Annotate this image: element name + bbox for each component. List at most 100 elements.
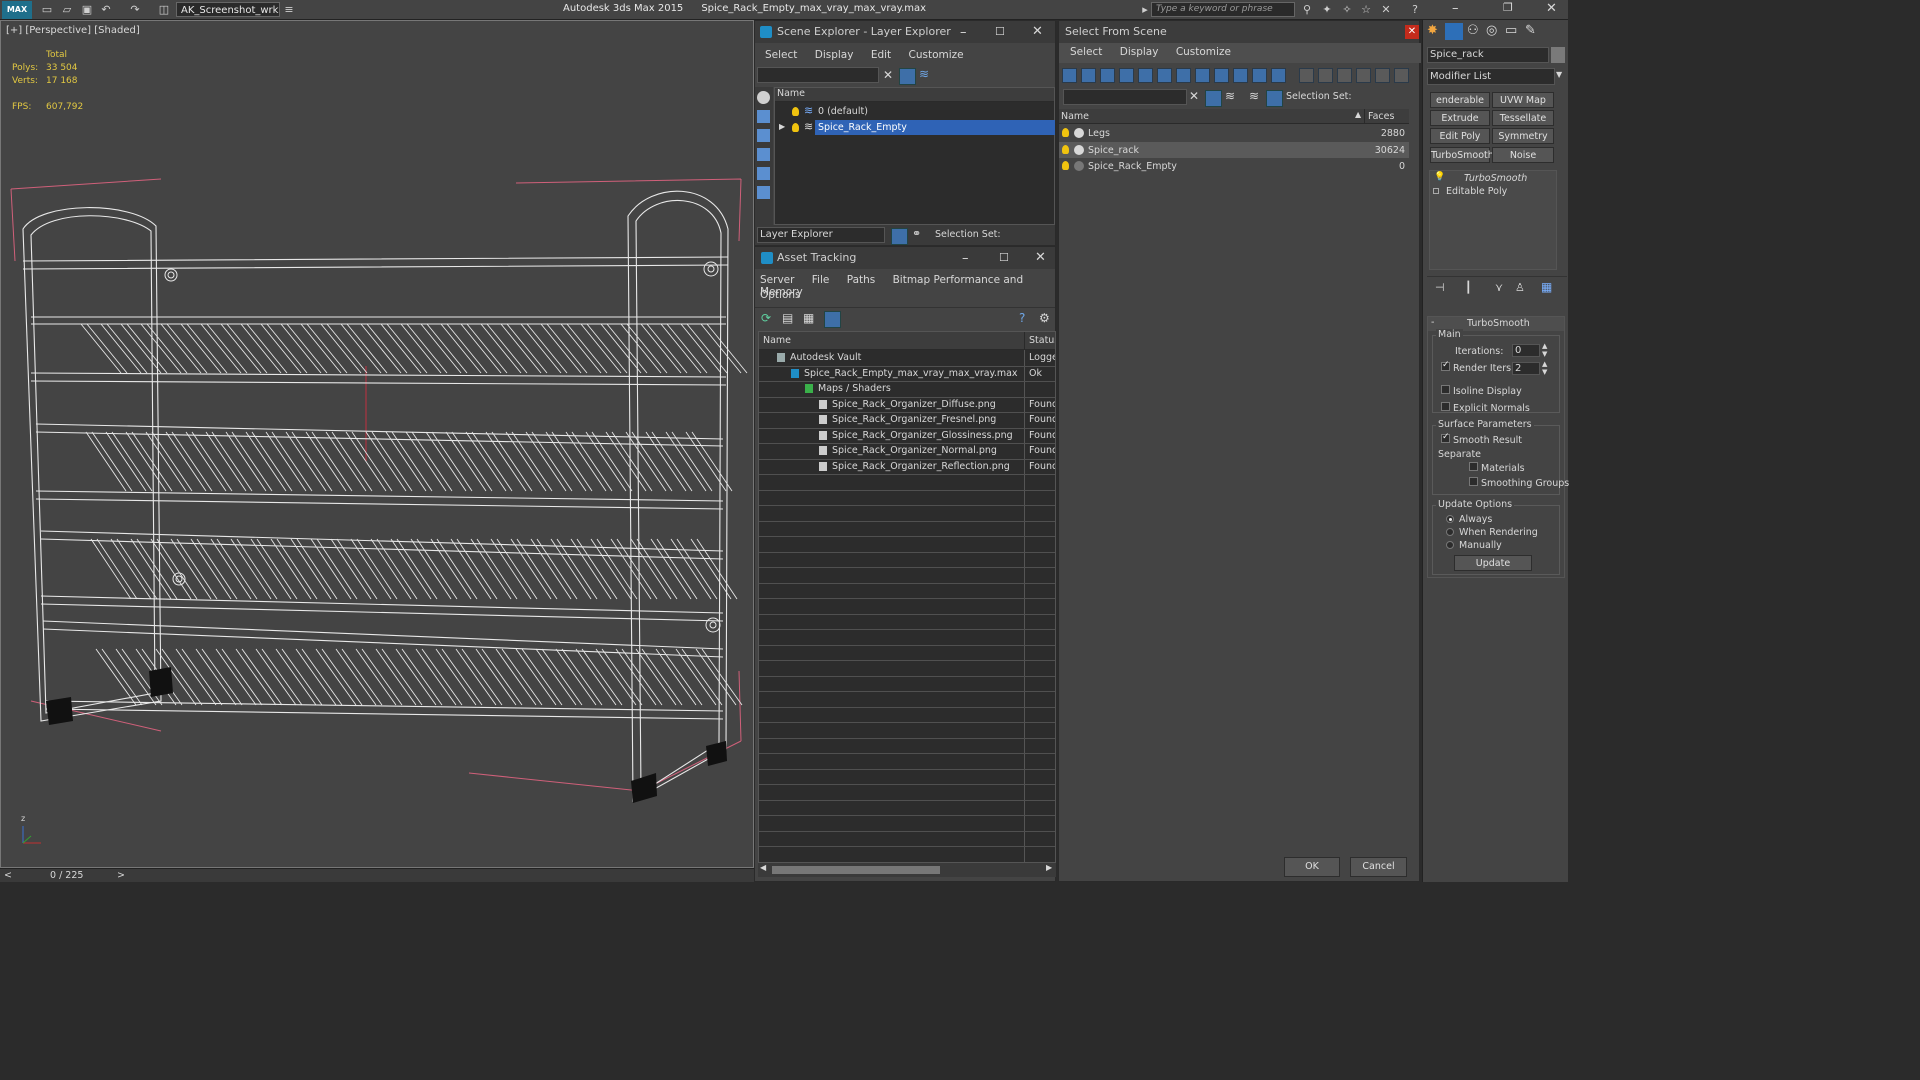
smoothing-groups-checkbox[interactable] bbox=[1469, 477, 1478, 486]
se-filter-icon[interactable] bbox=[899, 68, 916, 85]
ok-button[interactable]: OK bbox=[1284, 857, 1340, 877]
save-icon[interactable]: ▣ bbox=[80, 3, 94, 17]
display-tab-icon[interactable]: ▭ bbox=[1505, 23, 1517, 38]
sfs-menu-select[interactable]: Select bbox=[1070, 46, 1102, 58]
modifier-button[interactable]: TurboSmooth bbox=[1430, 147, 1494, 163]
se-display-shapes-icon[interactable] bbox=[757, 129, 770, 142]
scene-explorer-minimize-icon[interactable]: – bbox=[960, 25, 967, 40]
undo-icon[interactable]: ↶ bbox=[99, 3, 113, 17]
display-groups-icon[interactable] bbox=[1176, 68, 1191, 83]
cancel-button[interactable]: Cancel bbox=[1350, 857, 1407, 877]
make-unique-icon[interactable]: ⋎ bbox=[1495, 281, 1503, 294]
modifier-button[interactable]: enderable Spli bbox=[1430, 92, 1490, 122]
sfs-filter-icon[interactable] bbox=[1205, 90, 1222, 107]
sfs-display-layers-icon[interactable]: ≋ bbox=[1249, 89, 1259, 103]
se-column-header[interactable]: Name bbox=[775, 88, 1054, 102]
layer-name[interactable]: 0 (default) bbox=[818, 106, 868, 117]
scroll-thumb[interactable] bbox=[772, 866, 940, 874]
asset-table-row[interactable] bbox=[759, 521, 1055, 537]
scene-explorer-maximize-icon[interactable]: ☐ bbox=[995, 25, 1005, 38]
scene-explorer-title[interactable]: Scene Explorer - Layer Explorer bbox=[755, 21, 1055, 43]
asset-minimize-icon[interactable]: – bbox=[962, 251, 969, 266]
scroll-left-icon[interactable]: ◀ bbox=[760, 863, 766, 872]
configure-sets-icon[interactable]: ▦ bbox=[1541, 280, 1552, 294]
se-display-cameras-icon[interactable] bbox=[757, 167, 770, 180]
asset-col-status[interactable]: Status bbox=[1029, 335, 1055, 346]
se-menu-edit[interactable]: Edit bbox=[871, 49, 891, 61]
display-bones-icon[interactable] bbox=[1214, 68, 1229, 83]
sfs-hierarchy-icon[interactable] bbox=[1266, 90, 1283, 107]
sfs-object-row[interactable]: Spice_Rack_Empty 0 bbox=[1059, 158, 1409, 174]
display-hidden-icon[interactable] bbox=[1271, 68, 1286, 83]
se-display-helpers-icon[interactable] bbox=[757, 186, 770, 199]
list-view-icon[interactable]: ▤ bbox=[782, 311, 793, 325]
sfs-close-icon[interactable]: ✕ bbox=[1405, 25, 1419, 39]
modifier-button[interactable]: Symmetry bbox=[1492, 128, 1554, 144]
collapse-icon[interactable]: - bbox=[1431, 317, 1434, 328]
materials-checkbox[interactable] bbox=[1469, 462, 1478, 471]
modifier-button[interactable]: Edit Poly bbox=[1430, 128, 1490, 144]
modifier-button[interactable]: UVW Map bbox=[1492, 92, 1554, 108]
expand-arrow-icon[interactable]: ▶ bbox=[779, 122, 785, 131]
sfs-col-name[interactable]: Name bbox=[1061, 111, 1089, 122]
asset-table-row[interactable] bbox=[759, 645, 1055, 661]
asset-table-row[interactable] bbox=[759, 614, 1055, 630]
asset-table-row[interactable] bbox=[759, 831, 1055, 847]
new-file-icon[interactable]: ▭ bbox=[40, 3, 54, 17]
stack-item-editable-poly[interactable]: Editable Poly bbox=[1446, 186, 1507, 197]
sfs-menu-customize[interactable]: Customize bbox=[1176, 46, 1231, 58]
asset-hscrollbar[interactable]: ◀ ▶ bbox=[758, 863, 1056, 877]
asset-table-row[interactable]: Spice_Rack_Organizer_Diffuse.png Found bbox=[759, 397, 1055, 413]
display-spacewarps-icon[interactable] bbox=[1157, 68, 1172, 83]
asset-table-row[interactable] bbox=[759, 846, 1055, 862]
asset-table-row[interactable] bbox=[759, 490, 1055, 506]
se-layer-row[interactable]: ≋ 0 (default) bbox=[775, 104, 1054, 119]
sfs-object-row[interactable]: Spice_rack 30624 bbox=[1059, 141, 1409, 158]
asset-tracking-title[interactable]: Asset Tracking bbox=[755, 247, 1055, 269]
asset-table-row[interactable] bbox=[759, 722, 1055, 739]
tree-view-icon[interactable]: ▦ bbox=[803, 311, 814, 325]
search-expand-icon[interactable]: ▸ bbox=[1138, 3, 1152, 17]
asset-table-row[interactable]: Maps / Shaders bbox=[759, 381, 1055, 398]
display-lights-icon[interactable] bbox=[1100, 68, 1115, 83]
object-visibility-bulb-icon[interactable] bbox=[1062, 144, 1069, 154]
sfs-search-field[interactable] bbox=[1063, 89, 1187, 105]
layer-visibility-bulb-icon[interactable] bbox=[792, 123, 799, 132]
se-search-field[interactable] bbox=[757, 67, 879, 83]
asset-table-row[interactable] bbox=[759, 505, 1055, 522]
chevron-down-icon[interactable]: ▼ bbox=[1556, 70, 1562, 79]
project-folder-icon[interactable]: ◫ bbox=[157, 3, 171, 17]
modifier-button[interactable]: Tessellate bbox=[1492, 110, 1554, 126]
asset-table-row[interactable]: Spice_Rack_Organizer_Glossiness.png Found bbox=[759, 428, 1055, 444]
render-iters-spinner[interactable]: 2 bbox=[1512, 362, 1540, 375]
asset-col-name[interactable]: Name bbox=[763, 335, 791, 346]
asset-table-row[interactable] bbox=[759, 769, 1055, 785]
create-tab-icon[interactable]: ✸ bbox=[1427, 23, 1438, 38]
tools-icon[interactable]: ✦ bbox=[1320, 3, 1334, 17]
collapse-icon[interactable] bbox=[1394, 68, 1409, 83]
asset-table-row[interactable] bbox=[759, 567, 1055, 584]
scroll-right-icon[interactable]: ▶ bbox=[1046, 863, 1052, 872]
se-layer-row[interactable]: ▶ ≋ Spice_Rack_Empty bbox=[775, 120, 1054, 135]
isoline-display-checkbox[interactable] bbox=[1441, 385, 1450, 394]
object-visibility-bulb-icon[interactable] bbox=[1062, 161, 1069, 170]
asset-table-row[interactable] bbox=[759, 474, 1055, 491]
table-view-icon[interactable] bbox=[824, 311, 841, 328]
se-menu-customize[interactable]: Customize bbox=[909, 49, 964, 61]
modifier-list-dropdown[interactable]: Modifier List bbox=[1427, 68, 1555, 85]
filter-icon[interactable] bbox=[1356, 68, 1371, 83]
help-icon[interactable]: ? bbox=[1408, 3, 1422, 17]
display-containers-icon[interactable] bbox=[1233, 68, 1248, 83]
asset-table-row[interactable]: Autodesk Vault Logge bbox=[759, 350, 1055, 367]
time-next-button[interactable]: > bbox=[117, 870, 125, 881]
perspective-viewport[interactable]: [+] [Perspective] [Shaded] Total Polys: … bbox=[0, 20, 754, 868]
asset-menu-options[interactable]: Options bbox=[760, 289, 801, 301]
update-manually-radio[interactable] bbox=[1446, 541, 1454, 549]
display-helpers-icon[interactable] bbox=[1138, 68, 1153, 83]
render-iters-checkbox[interactable] bbox=[1441, 360, 1450, 371]
refresh-icon[interactable]: ⟳ bbox=[761, 311, 771, 325]
asset-table-row[interactable] bbox=[759, 629, 1055, 646]
sort-asc-icon[interactable]: ▲ bbox=[1355, 110, 1361, 119]
se-menu-display[interactable]: Display bbox=[815, 49, 854, 61]
scene-explorer-close-icon[interactable]: ✕ bbox=[1032, 24, 1043, 39]
